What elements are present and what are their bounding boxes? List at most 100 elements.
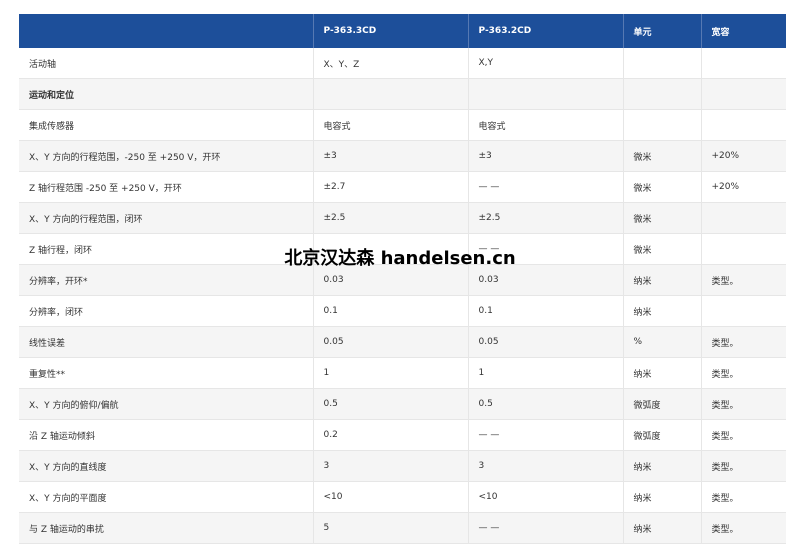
p363-3cd-cell: 0.05 (313, 326, 469, 358)
tolerance-cell: 类型。 (701, 419, 786, 451)
p363-2cd-cell: 0.03 (468, 264, 624, 296)
header-cell-p363-3cd: P-363.3CD (313, 14, 469, 48)
unit-cell: 纳米 (623, 357, 702, 389)
table-row: 重复性** 1 1 纳米 类型。 (19, 357, 786, 389)
spec-table: P-363.3CD P-363.2CD 单元 宽容 活动轴 X、Y、Z X,Y 运动和… (19, 14, 786, 544)
p363-2cd-cell: 0.05 (468, 326, 624, 358)
parameter-cell: X、Y 方向的直线度 (19, 450, 314, 482)
parameter-cell: X、Y 方向的俯仰/偏航 (19, 388, 314, 420)
unit-cell: 微弧度 (623, 388, 702, 420)
header-cell-parameter (19, 14, 314, 48)
table-row: X、Y 方向的俯仰/偏航 0.5 0.5 微弧度 类型。 (19, 388, 786, 420)
parameter-cell: X、Y 方向的行程范围，闭环 (19, 202, 314, 234)
section-row: 运动和定位 (19, 78, 786, 110)
tolerance-cell (701, 202, 786, 234)
p363-3cd-cell: ±3 (313, 140, 469, 172)
unit-cell: 微米 (623, 233, 702, 265)
p363-3cd-cell (313, 78, 469, 110)
header-cell-unit: 单元 (623, 14, 702, 48)
header-cell-p363-2cd: P-363.2CD (468, 14, 624, 48)
p363-2cd-cell: 3 (468, 450, 624, 482)
p363-2cd-cell: — — (468, 419, 624, 451)
unit-cell: 纳米 (623, 264, 702, 296)
unit-cell (623, 48, 702, 79)
parameter-cell: 沿 Z 轴运动倾斜 (19, 419, 314, 451)
table-row: X、Y 方向的行程范围，闭环 ±2.5 ±2.5 微米 (19, 202, 786, 234)
spec-table-body: 活动轴 X、Y、Z X,Y 运动和定位 集成传感器 电容式 电容式 X、Y 方向的行程范围，-… (19, 48, 786, 544)
tolerance-cell (701, 295, 786, 327)
table-row: Z 轴行程，闭环 — — 微米 (19, 233, 786, 265)
parameter-cell: 线性误差 (19, 326, 314, 358)
p363-3cd-cell: 3 (313, 450, 469, 482)
tolerance-cell: 类型。 (701, 357, 786, 389)
p363-2cd-cell: — — (468, 233, 624, 265)
p363-2cd-cell: 0.5 (468, 388, 624, 420)
tolerance-cell: 类型。 (701, 388, 786, 420)
tolerance-cell (701, 48, 786, 79)
unit-cell (623, 109, 702, 141)
unit-cell: 微弧度 (623, 419, 702, 451)
tolerance-cell (701, 78, 786, 110)
unit-cell (623, 78, 702, 110)
parameter-cell: 运动和定位 (19, 78, 314, 110)
p363-3cd-cell: 电容式 (313, 109, 469, 141)
table-row: 分辨率，闭环 0.1 0.1 纳米 (19, 295, 786, 327)
header-row: P-363.3CD P-363.2CD 单元 宽容 (19, 14, 786, 48)
p363-3cd-cell: <10 (313, 481, 469, 513)
p363-3cd-cell: 0.5 (313, 388, 469, 420)
unit-cell: 纳米 (623, 295, 702, 327)
p363-2cd-cell: — — (468, 171, 624, 203)
tolerance-cell: 类型。 (701, 326, 786, 358)
p363-3cd-cell: X、Y、Z (313, 48, 469, 79)
unit-cell: 微米 (623, 140, 702, 172)
parameter-cell: X、Y 方向的行程范围，-250 至 +250 V，开环 (19, 140, 314, 172)
header-cell-tolerance: 宽容 (701, 14, 786, 48)
parameter-cell: 集成传感器 (19, 109, 314, 141)
parameter-cell: Z 轴行程，闭环 (19, 233, 314, 265)
table-row: 与 Z 轴运动的串扰 5— — 纳米 类型。 (19, 512, 786, 544)
p363-3cd-cell: ±2.5 (313, 202, 469, 234)
tolerance-cell (701, 233, 786, 265)
p363-3cd-cell: ±2.7 (313, 171, 469, 203)
p363-2cd-cell: 0.1 (468, 295, 624, 327)
table-row: 分辨率，开环* 0.03 0.03 纳米 类型。 (19, 264, 786, 296)
tolerance-cell: +20% (701, 171, 786, 203)
parameter-cell: Z 轴行程范围 -250 至 +250 V，开环 (19, 171, 314, 203)
parameter-cell: 分辨率，闭环 (19, 295, 314, 327)
unit-cell: 微米 (623, 202, 702, 234)
parameter-cell: 重复性** (19, 357, 314, 389)
p363-2cd-cell: — — (468, 512, 624, 544)
table-row: 沿 Z 轴运动倾斜 0.2— — 微弧度 类型。 (19, 419, 786, 451)
tolerance-cell: 类型。 (701, 450, 786, 482)
unit-cell: 纳米 (623, 450, 702, 482)
p363-3cd-cell (313, 233, 469, 265)
p363-2cd-cell: 1 (468, 357, 624, 389)
p363-2cd-cell: ±3 (468, 140, 624, 172)
tolerance-cell (701, 109, 786, 141)
table-row: X、Y 方向的平面度 <10 <10 纳米 类型。 (19, 481, 786, 513)
p363-3cd-cell: 0.1 (313, 295, 469, 327)
parameter-cell: 与 Z 轴运动的串扰 (19, 512, 314, 544)
unit-cell: 纳米 (623, 481, 702, 513)
table-row: 活动轴 X、Y、Z X,Y (19, 48, 786, 79)
table-row: X、Y 方向的行程范围，-250 至 +250 V，开环 ±3 ±3 微米 +20% (19, 140, 786, 172)
p363-3cd-cell: 1 (313, 357, 469, 389)
tolerance-cell: +20% (701, 140, 786, 172)
parameter-cell: 活动轴 (19, 48, 314, 79)
parameter-cell: 分辨率，开环* (19, 264, 314, 296)
p363-3cd-cell: 0.03 (313, 264, 469, 296)
table-row: Z 轴行程范围 -250 至 +250 V，开环 ±2.7— — 微米 +20% (19, 171, 786, 203)
p363-3cd-cell: 0.2 (313, 419, 469, 451)
tolerance-cell: 类型。 (701, 264, 786, 296)
p363-3cd-cell: 5 (313, 512, 469, 544)
tolerance-cell: 类型。 (701, 481, 786, 513)
table-row: X、Y 方向的直线度 3 3 纳米 类型。 (19, 450, 786, 482)
tolerance-cell: 类型。 (701, 512, 786, 544)
p363-2cd-cell (468, 78, 624, 110)
p363-2cd-cell: 电容式 (468, 109, 624, 141)
unit-cell: % (623, 326, 702, 358)
unit-cell: 微米 (623, 171, 702, 203)
p363-2cd-cell: ±2.5 (468, 202, 624, 234)
p363-2cd-cell: X,Y (468, 48, 624, 79)
parameter-cell: X、Y 方向的平面度 (19, 481, 314, 513)
